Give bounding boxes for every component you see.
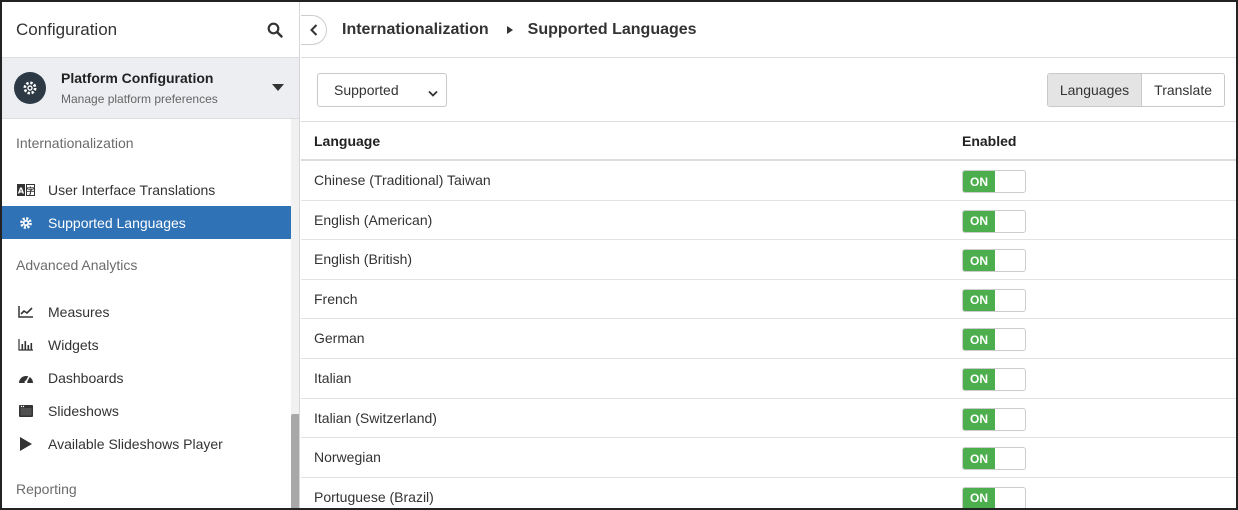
languages-view-button[interactable]: Languages <box>1047 74 1143 106</box>
table-row: French ON <box>301 280 1236 320</box>
translate-icon: A字 <box>17 182 35 198</box>
caret-right-icon <box>506 25 513 34</box>
main-content: Internationalization Supported Languages… <box>301 2 1236 508</box>
table-row: English (American) ON <box>301 201 1236 241</box>
sidebar-item-slideshows[interactable]: Slideshows <box>2 394 291 427</box>
toggle-on-label: ON <box>963 448 995 470</box>
enabled-toggle[interactable]: ON <box>962 209 1026 233</box>
toggle-on-label: ON <box>963 171 995 192</box>
platform-subtitle: Manage platform preferences <box>61 92 218 106</box>
sidebar-item-user-interface-translations[interactable]: A字 User Interface Translations <box>2 173 291 206</box>
language-name: Italian (Switzerland) <box>314 409 437 426</box>
chevron-left-icon <box>309 23 317 36</box>
toggle-on-label: ON <box>963 250 995 272</box>
language-name: Portuguese (Brazil) <box>314 488 434 505</box>
sidebar-item-measures[interactable]: Measures <box>2 295 291 328</box>
languages-table: Language Enabled Chinese (Traditional) T… <box>301 123 1236 508</box>
enabled-toggle[interactable]: ON <box>962 170 1026 193</box>
select-value: Supported <box>334 82 399 98</box>
sidebar-item-label: Measures <box>48 303 110 320</box>
sidebar: Configuration Platform Configuration Man… <box>2 2 300 508</box>
sidebar-item-label: Slideshows <box>48 402 119 419</box>
sidebar-scrollbar-thumb[interactable] <box>291 414 299 508</box>
gauge-icon <box>17 370 35 386</box>
sidebar-title: Configuration <box>16 19 118 39</box>
sidebar-item-label: Dashboards <box>48 369 124 386</box>
toolbar: Supported Languages Translate <box>301 58 1236 122</box>
enabled-toggle[interactable]: ON <box>962 249 1026 273</box>
language-name: English (American) <box>314 211 433 228</box>
enabled-toggle[interactable]: ON <box>962 367 1026 391</box>
chevron-down-icon <box>428 85 438 101</box>
sidebar-item-label: User Interface Translations <box>48 181 216 198</box>
app-window: Configuration Platform Configuration Man… <box>0 0 1238 510</box>
enabled-toggle[interactable]: ON <box>962 447 1026 471</box>
table-row: Chinese (Traditional) Taiwan ON <box>301 161 1236 201</box>
collapse-sidebar-button[interactable] <box>301 14 327 45</box>
bar-chart-icon <box>17 337 35 353</box>
enabled-toggle[interactable]: ON <box>962 328 1026 352</box>
svg-text:A: A <box>18 186 25 195</box>
enabled-toggle[interactable]: ON <box>962 407 1026 431</box>
section-advanced-analytics: Advanced Analytics <box>16 257 138 273</box>
breadcrumb-current: Supported Languages <box>527 20 697 38</box>
column-header-language[interactable]: Language <box>314 133 380 149</box>
toggle-on-label: ON <box>963 210 995 232</box>
caret-down-icon[interactable] <box>271 81 285 95</box>
toggle-on-label: ON <box>963 487 995 508</box>
platform-selector[interactable]: Platform Configuration Manage platform p… <box>2 58 299 119</box>
breadcrumb-parent[interactable]: Internationalization <box>342 21 489 39</box>
slideshow-icon <box>17 403 35 419</box>
search-icon[interactable] <box>265 20 285 40</box>
toggle-on-label: ON <box>963 408 995 430</box>
column-header-enabled[interactable]: Enabled <box>962 133 1016 149</box>
table-header: Language Enabled <box>301 123 1236 161</box>
sidebar-item-label: Available Slideshows Player <box>48 435 223 452</box>
language-name: Italian <box>314 369 352 386</box>
language-filter-select[interactable]: Supported <box>317 73 447 107</box>
enabled-toggle[interactable]: ON <box>962 288 1026 312</box>
platform-avatar <box>14 72 46 104</box>
section-internationalization: Internationalization <box>16 135 134 151</box>
language-name: French <box>314 290 358 307</box>
svg-text:字: 字 <box>27 185 35 195</box>
sidebar-item-label: Supported Languages <box>48 214 186 231</box>
toggle-on-label: ON <box>963 289 995 311</box>
table-row: German ON <box>301 319 1236 359</box>
table-row: Italian ON <box>301 359 1236 399</box>
sidebar-item-label: Widgets <box>48 336 99 353</box>
translate-view-button[interactable]: Translate <box>1142 74 1224 106</box>
gear-icon <box>23 81 37 95</box>
section-reporting: Reporting <box>16 481 77 497</box>
toggle-on-label: ON <box>963 329 995 351</box>
play-icon <box>17 436 35 452</box>
table-row: Italian (Switzerland) ON <box>301 399 1236 439</box>
sidebar-item-widgets[interactable]: Widgets <box>2 328 291 361</box>
enabled-toggle[interactable]: ON <box>962 486 1026 508</box>
language-name: German <box>314 330 365 347</box>
language-name: Norwegian <box>314 449 381 466</box>
gear-icon <box>17 215 35 231</box>
sidebar-header: Configuration <box>2 2 299 58</box>
line-chart-icon <box>17 304 35 320</box>
topbar: Internationalization Supported Languages <box>301 2 1236 58</box>
sidebar-nav: Internationalization A字 User Interface T… <box>2 119 291 501</box>
sidebar-item-supported-languages[interactable]: Supported Languages <box>2 206 291 239</box>
language-name: English (British) <box>314 251 413 268</box>
toggle-on-label: ON <box>963 368 995 390</box>
table-row: Portuguese (Brazil) ON <box>301 478 1236 508</box>
sidebar-item-available-slideshows-player[interactable]: Available Slideshows Player <box>2 427 291 460</box>
platform-name: Platform Configuration <box>61 70 214 86</box>
table-row: Norwegian ON <box>301 438 1236 478</box>
table-row: English (British) ON <box>301 240 1236 280</box>
view-toggle-group: Languages Translate <box>1046 73 1225 107</box>
sidebar-item-dashboards[interactable]: Dashboards <box>2 361 291 394</box>
language-name: Chinese (Traditional) Taiwan <box>314 172 491 188</box>
